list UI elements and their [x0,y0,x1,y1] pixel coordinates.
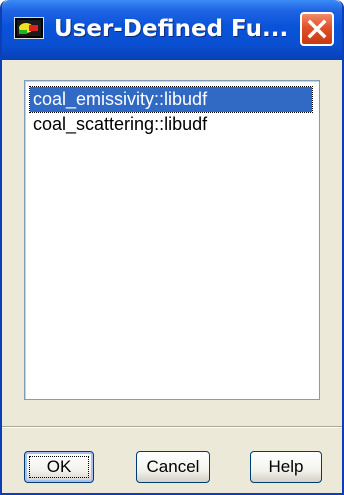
help-button[interactable]: Help [250,451,322,483]
ok-button[interactable]: OK [24,451,94,483]
cancel-button[interactable]: Cancel [136,451,210,483]
list-item[interactable]: coal_emissivity::libudf [29,86,313,113]
functions-listbox[interactable]: coal_emissivity::libudf coal_scattering:… [24,80,320,400]
close-icon [307,19,327,39]
close-button[interactable] [300,12,334,46]
list-item[interactable]: coal_scattering::libudf [30,112,312,137]
cancel-button-label: Cancel [146,457,200,476]
user-defined-functions-dialog: User-Defined Fu... coal_emissivity::libu… [0,0,344,495]
window-title: User-Defined Fu... [54,16,286,42]
divider [2,426,342,428]
title-bar[interactable]: User-Defined Fu... [2,0,342,60]
ok-button-label: OK [46,457,72,476]
app-window-icon [14,17,44,39]
help-button-label: Help [268,457,304,476]
